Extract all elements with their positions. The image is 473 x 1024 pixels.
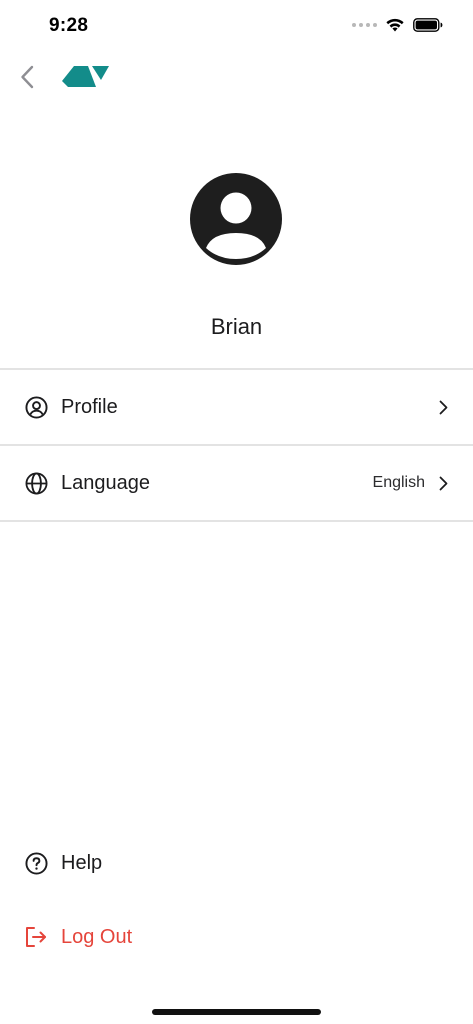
globe-icon xyxy=(24,471,48,495)
avatar-icon xyxy=(190,173,282,265)
status-icons xyxy=(352,17,443,32)
status-bar: 9:28 xyxy=(0,0,473,54)
help-circle-icon xyxy=(24,851,48,875)
brand-logo xyxy=(62,66,109,87)
help-button[interactable]: Help xyxy=(24,843,102,883)
battery-icon xyxy=(413,17,443,32)
settings-screen: 9:28 Brian Profile Language English Help… xyxy=(0,0,473,1024)
user-circle-icon xyxy=(24,395,48,419)
chevron-right-icon xyxy=(437,399,449,415)
profile-row[interactable]: Profile xyxy=(0,370,473,444)
status-time: 9:28 xyxy=(49,15,89,36)
profile-label: Profile xyxy=(61,395,118,418)
logout-label: Log Out xyxy=(61,925,133,948)
logout-icon xyxy=(24,925,48,949)
nav-bar xyxy=(0,54,473,102)
chevron-left-icon xyxy=(21,65,34,89)
logout-button[interactable]: Log Out xyxy=(24,917,132,957)
help-label: Help xyxy=(61,851,103,874)
chevron-right-icon xyxy=(437,475,449,491)
wifi-icon xyxy=(386,18,404,32)
home-indicator xyxy=(152,1009,321,1015)
language-label: Language xyxy=(61,471,150,494)
cellular-signal-icon xyxy=(352,22,377,27)
settings-menu: Profile Language English xyxy=(0,368,473,522)
language-row[interactable]: Language English xyxy=(0,446,473,520)
user-name: Brian xyxy=(210,314,263,339)
language-value: English xyxy=(372,474,425,491)
divider xyxy=(0,520,473,522)
back-button[interactable] xyxy=(12,60,42,94)
